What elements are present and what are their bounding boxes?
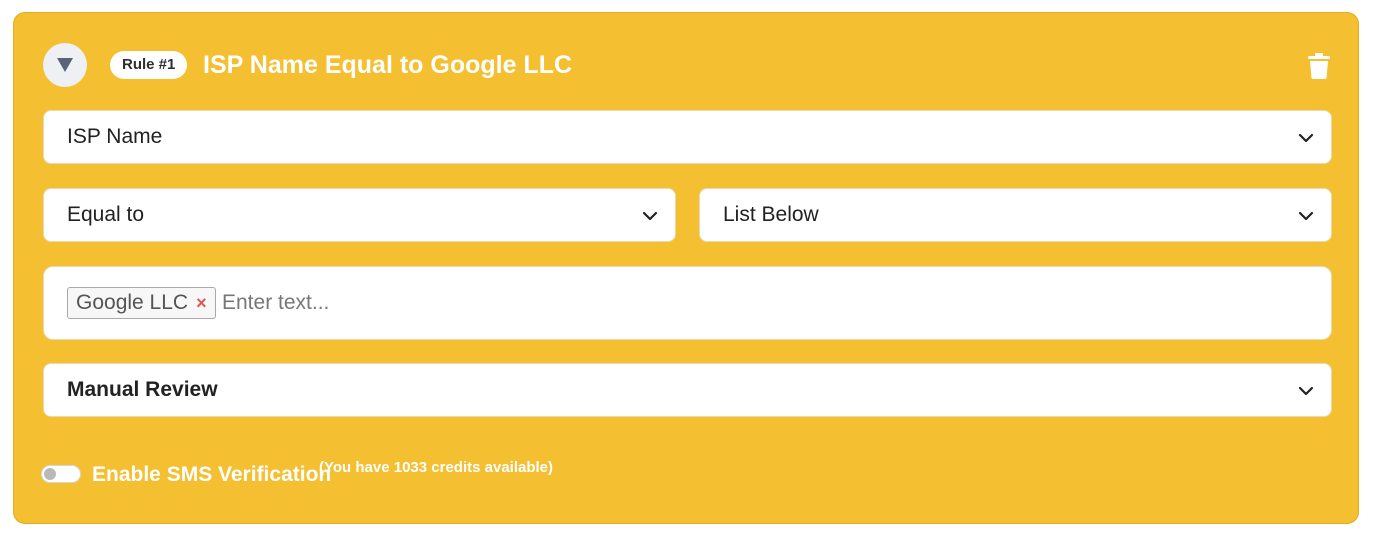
trash-icon bbox=[1308, 53, 1330, 79]
rule-title: ISP Name Equal to Google LLC bbox=[203, 51, 573, 79]
toggle-knob bbox=[44, 468, 56, 480]
tag-text-field[interactable] bbox=[222, 287, 822, 319]
rule-badge: Rule #1 bbox=[110, 51, 188, 79]
sms-toggle[interactable] bbox=[41, 465, 81, 483]
chevron-down-icon bbox=[1298, 133, 1314, 143]
tag-label: Google LLC bbox=[76, 291, 189, 314]
field-select-value: ISP Name bbox=[67, 125, 163, 148]
chevron-down-icon bbox=[1298, 211, 1314, 221]
source-select-value: List Below bbox=[723, 203, 819, 226]
collapse-button[interactable] bbox=[43, 43, 87, 87]
tag-remove-icon[interactable]: × bbox=[196, 288, 207, 318]
operator-select[interactable]: Equal to bbox=[43, 188, 676, 242]
source-select[interactable]: List Below bbox=[699, 188, 1332, 242]
chevron-down-icon bbox=[1298, 386, 1314, 396]
action-select[interactable]: Manual Review bbox=[43, 363, 1332, 417]
rule-header: Rule #1 ISP Name Equal to Google LLC bbox=[43, 43, 1333, 87]
tags-input[interactable]: Google LLC × bbox=[43, 266, 1332, 340]
triangle-down-icon bbox=[57, 58, 73, 72]
chevron-down-icon bbox=[642, 211, 658, 221]
sms-credits-note: (You have 1033 credits available) bbox=[319, 459, 554, 476]
operator-select-value: Equal to bbox=[67, 203, 145, 226]
sms-verification-row: Enable SMS Verification (You have 1033 c… bbox=[41, 459, 741, 493]
field-select[interactable]: ISP Name bbox=[43, 110, 1332, 164]
rule-card: Rule #1 ISP Name Equal to Google LLC ISP… bbox=[13, 12, 1359, 524]
sms-label: Enable SMS Verification bbox=[92, 463, 332, 486]
tag-chip: Google LLC × bbox=[67, 287, 216, 319]
action-select-value: Manual Review bbox=[67, 378, 218, 401]
delete-rule-button[interactable] bbox=[1305, 51, 1333, 81]
